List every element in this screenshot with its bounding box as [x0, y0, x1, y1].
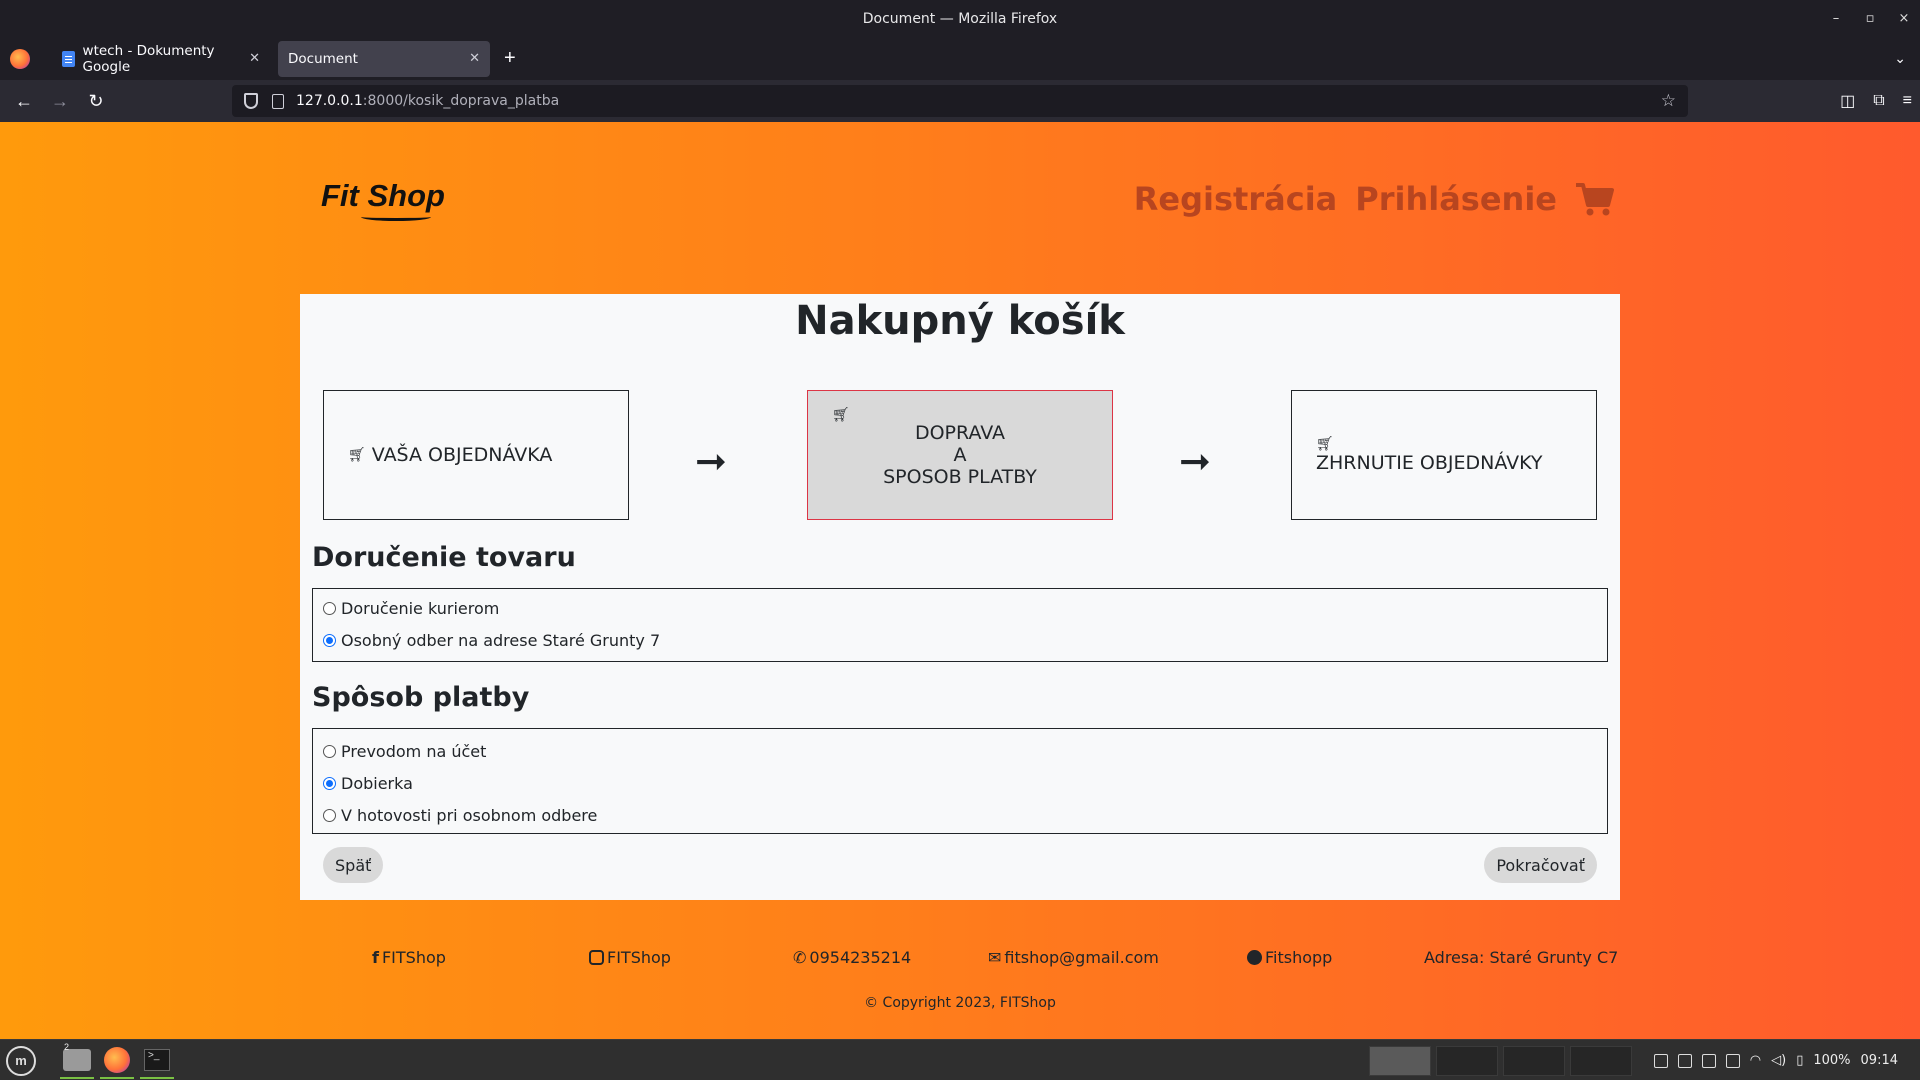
- delivery-option-pickup[interactable]: Osobný odber na adrese Staré Grunty 7: [323, 621, 1597, 659]
- web-page: Fit Shop Registrácia Prihlásenie Nakupný…: [0, 122, 1920, 1039]
- terminal-icon[interactable]: >_: [140, 1042, 174, 1079]
- close-tab-icon[interactable]: ✕: [249, 51, 260, 66]
- radio-button-selected[interactable]: [323, 633, 336, 647]
- toolbar-extensions: ◫ ⧉ ≡: [1840, 80, 1912, 122]
- update-icon[interactable]: [1725, 1053, 1740, 1068]
- start-menu-icon[interactable]: m: [6, 1046, 36, 1076]
- firefox-taskbar-icon[interactable]: [100, 1042, 134, 1079]
- page-info-icon[interactable]: [272, 93, 284, 109]
- google-docs-icon: [62, 50, 75, 67]
- envelope-icon: ✉: [988, 948, 1002, 967]
- window-count-badge: 2: [64, 1042, 70, 1052]
- list-all-tabs-icon[interactable]: ⌄: [1894, 50, 1906, 67]
- forward-icon[interactable]: →: [42, 91, 78, 112]
- extensions-icon[interactable]: ⧉: [1873, 92, 1884, 110]
- battery-icon[interactable]: ▯: [1796, 1053, 1803, 1068]
- tab-label: Document: [288, 50, 358, 67]
- footer-phone[interactable]: ✆ 0954235214: [793, 948, 911, 967]
- arrow-right-icon: ➞: [1179, 441, 1211, 483]
- window-title: Document — Mozilla Firefox: [862, 10, 1058, 27]
- radio-button[interactable]: [323, 744, 336, 758]
- copyright: © Copyright 2023, FITShop: [864, 995, 1056, 1011]
- new-tab-icon[interactable]: +: [504, 47, 516, 70]
- instagram-icon: [589, 950, 604, 965]
- radio-button[interactable]: [323, 808, 336, 822]
- close-tab-icon[interactable]: ✕: [469, 51, 480, 66]
- clipboard-icon[interactable]: [1677, 1053, 1692, 1068]
- volume-icon[interactable]: ◁): [1771, 1053, 1786, 1068]
- url-text[interactable]: 127.0.0.1:8000/kosik_doprava_platba: [296, 93, 559, 109]
- app-menu-icon[interactable]: ≡: [1903, 92, 1912, 110]
- top-navigation: Registrácia Prihlásenie: [1134, 180, 1615, 218]
- footer-snapchat[interactable]: Fitshopp: [1247, 948, 1332, 967]
- window-title-bar: Document — Mozilla Firefox – ▫ ×: [0, 0, 1920, 37]
- file-manager-icon[interactable]: 2: [60, 1042, 94, 1079]
- window-controls: – ▫ ×: [1828, 0, 1912, 37]
- reload-icon[interactable]: ↻: [78, 91, 114, 112]
- payment-options: Prevodom na účet Dobierka V hotovosti pr…: [312, 728, 1608, 834]
- page-title: Nakupný košík: [795, 298, 1125, 344]
- phone-icon: ✆: [793, 948, 807, 967]
- payment-title: Spôsob platby: [312, 682, 530, 713]
- site-logo[interactable]: Fit Shop: [321, 178, 445, 221]
- workspace-1[interactable]: [1369, 1046, 1431, 1076]
- tab-document[interactable]: Document ✕: [278, 40, 490, 77]
- radio-button-selected[interactable]: [323, 776, 336, 790]
- bookmark-star-icon[interactable]: ☆: [1661, 91, 1676, 111]
- cart-icon: 🛒︎: [832, 407, 850, 423]
- delivery-option-courier[interactable]: Doručenie kurierom: [323, 595, 1597, 621]
- back-button[interactable]: Späť: [323, 847, 384, 883]
- workspace-3[interactable]: [1503, 1046, 1565, 1076]
- delivery-title: Doručenie tovaru: [312, 542, 576, 573]
- footer-facebook[interactable]: f FITShop: [372, 948, 446, 967]
- workspace-2[interactable]: [1436, 1046, 1498, 1076]
- delivery-options: Doručenie kurierom Osobný odber na adres…: [312, 588, 1608, 662]
- login-link[interactable]: Prihlásenie: [1355, 180, 1557, 218]
- facebook-icon: f: [372, 948, 379, 967]
- payment-option-cod[interactable]: Dobierka: [323, 767, 1597, 799]
- url-bar[interactable]: 127.0.0.1:8000/kosik_doprava_platba ☆: [232, 85, 1688, 117]
- navigation-toolbar: ← → ↻ 127.0.0.1:8000/kosik_doprava_platb…: [0, 80, 1920, 122]
- tab-bar: wtech - Dokumenty Google ✕ Document ✕ + …: [0, 37, 1920, 80]
- back-icon[interactable]: ←: [6, 91, 42, 112]
- tab-label: wtech - Dokumenty Google: [82, 42, 215, 75]
- clock[interactable]: 09:14: [1861, 1053, 1898, 1068]
- maximize-icon[interactable]: ▫: [1862, 11, 1878, 26]
- arrow-right-icon: ➞: [695, 441, 727, 483]
- payment-option-transfer[interactable]: Prevodom na účet: [323, 735, 1597, 767]
- payment-option-cash[interactable]: V hotovosti pri osobnom odbere: [323, 799, 1597, 831]
- continue-button[interactable]: Pokračovať: [1484, 847, 1597, 883]
- footer-address: Adresa: Staré Grunty C7: [1424, 948, 1619, 967]
- step-your-order[interactable]: 🛒︎ VAŠA OBJEDNÁVKA: [323, 390, 629, 520]
- shield-icon[interactable]: [1701, 1053, 1716, 1068]
- workspace-4[interactable]: [1570, 1046, 1632, 1076]
- register-link[interactable]: Registrácia: [1134, 180, 1337, 218]
- taskbar: m 2 >_ ◠ ◁) ▯ 100% 09:14: [0, 1039, 1920, 1080]
- logo-swoosh: [361, 213, 431, 221]
- system-tray: ◠ ◁) ▯ 100% 09:14: [1653, 1040, 1898, 1080]
- footer-email[interactable]: ✉ fitshop@gmail.com: [988, 948, 1159, 967]
- battery-level: 100%: [1813, 1053, 1851, 1068]
- step-shipping-payment[interactable]: 🛒︎ DOPRAVA A SPOSOB PLATBY: [807, 390, 1113, 520]
- shopping-cart-icon[interactable]: [1575, 181, 1615, 217]
- discord-icon[interactable]: [1653, 1053, 1668, 1068]
- footer-instagram[interactable]: FITShop: [589, 948, 671, 967]
- tracking-protection-icon[interactable]: [244, 93, 258, 109]
- cart-icon: 🛒︎: [1316, 436, 1334, 452]
- tab-wtech-docs[interactable]: wtech - Dokumenty Google ✕: [52, 41, 270, 77]
- step-order-summary[interactable]: 🛒︎ ZHRNUTIE OBJEDNÁVKY: [1291, 390, 1597, 520]
- pocket-icon[interactable]: ◫: [1840, 91, 1855, 111]
- wifi-icon[interactable]: ◠: [1750, 1053, 1761, 1068]
- firefox-menu-icon[interactable]: [10, 48, 30, 69]
- close-window-icon[interactable]: ×: [1896, 11, 1912, 26]
- snapchat-icon: [1247, 950, 1262, 965]
- cart-card: Nakupný košík 🛒︎ VAŠA OBJEDNÁVKA ➞ 🛒︎ DO…: [300, 294, 1620, 900]
- minimize-icon[interactable]: –: [1828, 11, 1844, 26]
- cart-icon: 🛒︎: [348, 447, 366, 463]
- radio-button[interactable]: [323, 601, 336, 615]
